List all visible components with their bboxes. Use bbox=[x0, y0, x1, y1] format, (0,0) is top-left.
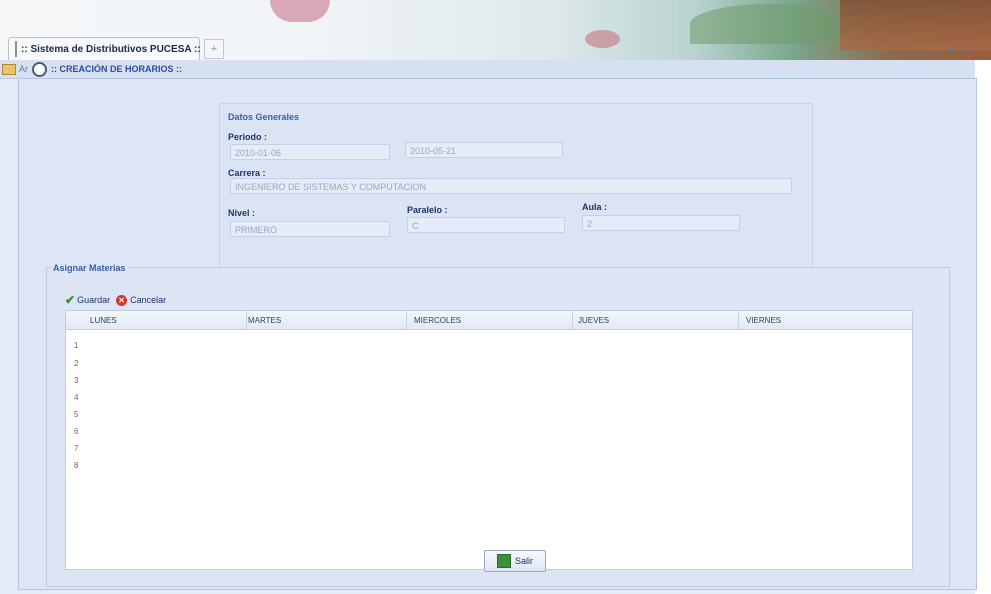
column-divider bbox=[406, 311, 407, 329]
row-number: 5 bbox=[74, 410, 79, 419]
browser-tab[interactable]: :: Sistema de Distributivos PUCESA :: bbox=[8, 37, 201, 60]
cancel-icon: ✕ bbox=[116, 294, 128, 306]
document-icon bbox=[15, 41, 17, 57]
window-controls[interactable]: ▲ X bbox=[946, 43, 969, 53]
app-toolbar: Ar :: CREACIÓN DE HORARIOS :: bbox=[0, 60, 975, 79]
row-number: 6 bbox=[74, 427, 79, 436]
carrera-label: Carrera : bbox=[228, 168, 266, 178]
column-header-miercoles[interactable]: MIERCOLES bbox=[414, 316, 461, 325]
nivel-label: Nivel : bbox=[228, 208, 256, 218]
column-divider bbox=[572, 311, 573, 329]
row-number: 8 bbox=[74, 461, 79, 470]
toolbar-label: Ar bbox=[19, 64, 28, 74]
row-number: 2 bbox=[74, 359, 79, 368]
column-header-viernes[interactable]: VIERNES bbox=[746, 316, 781, 325]
check-icon: ✔ bbox=[65, 293, 76, 307]
column-header-lunes[interactable]: LUNES bbox=[90, 316, 117, 325]
row-number: 4 bbox=[74, 393, 79, 402]
exit-icon bbox=[496, 554, 511, 568]
datos-generales-title: Datos Generales bbox=[228, 112, 300, 122]
aula-label: Aula : bbox=[582, 202, 608, 212]
periodo-inicio-field[interactable]: 2010-01-06 bbox=[230, 144, 390, 160]
datos-generales-panel: Datos Generales Periodo : 2010-01-06 201… bbox=[219, 103, 813, 275]
app-window: Ar :: CREACIÓN DE HORARIOS :: Datos Gene… bbox=[0, 60, 977, 594]
window-title: :: CREACIÓN DE HORARIOS :: bbox=[51, 64, 182, 74]
row-number: 1 bbox=[74, 341, 79, 350]
circle-icon[interactable] bbox=[32, 61, 47, 77]
schedule-grid[interactable]: LUNES MARTES MIERCOLES JUEVES VIERNES 1 … bbox=[65, 310, 913, 570]
salir-button[interactable]: Salir bbox=[484, 550, 546, 572]
periodo-label: Periodo : bbox=[228, 132, 268, 142]
column-header-jueves[interactable]: JUEVES bbox=[578, 316, 609, 325]
column-divider bbox=[246, 311, 247, 329]
paralelo-field[interactable]: C bbox=[407, 217, 565, 233]
asignar-materias-title: Asignar Materias bbox=[51, 263, 128, 273]
nivel-field[interactable]: PRIMERO bbox=[230, 221, 390, 237]
periodo-fin-field[interactable]: 2010-05-21 bbox=[405, 142, 563, 158]
browser-tab-bar: :: Sistema de Distributivos PUCESA :: + bbox=[0, 33, 991, 61]
asignar-materias-panel: Asignar Materias ✔ Guardar ✕ Cancelar LU… bbox=[46, 263, 950, 587]
carrera-field[interactable]: INGENIERO DE SISTEMAS Y COMPUTACION bbox=[230, 178, 792, 194]
paralelo-label: Paralelo : bbox=[407, 205, 448, 215]
salir-label: Salir bbox=[514, 556, 533, 566]
row-number: 3 bbox=[74, 376, 79, 385]
content-area: Datos Generales Periodo : 2010-01-06 201… bbox=[18, 78, 977, 590]
row-number: 7 bbox=[74, 444, 79, 453]
guardar-button[interactable]: Guardar bbox=[77, 295, 110, 305]
column-header-martes[interactable]: MARTES bbox=[248, 316, 281, 325]
grid-toolbar: ✔ Guardar ✕ Cancelar bbox=[65, 292, 365, 308]
column-divider bbox=[738, 311, 739, 329]
tab-title: :: Sistema de Distributivos PUCESA :: bbox=[21, 43, 201, 55]
grid-header: LUNES MARTES MIERCOLES JUEVES VIERNES bbox=[66, 311, 912, 330]
folder-icon[interactable] bbox=[2, 63, 16, 75]
cancelar-button[interactable]: Cancelar bbox=[130, 295, 166, 305]
new-tab-button[interactable]: + bbox=[204, 39, 224, 59]
aula-field[interactable]: 2 bbox=[582, 215, 740, 231]
